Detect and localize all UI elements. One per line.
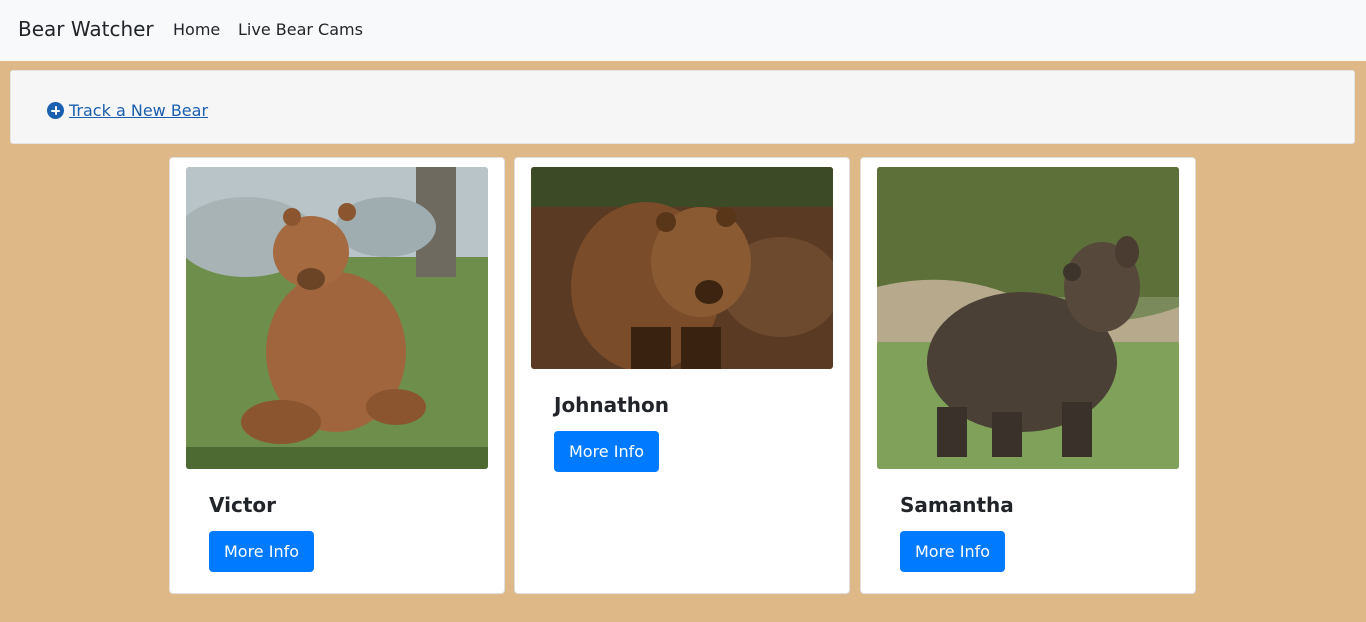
- more-info-button[interactable]: More Info: [900, 531, 1005, 572]
- bear-card-samantha: Samantha More Info: [860, 157, 1196, 594]
- bear-name: Victor: [209, 493, 277, 517]
- track-new-bear-link[interactable]: Track a New Bear: [47, 101, 208, 120]
- nav-home-link[interactable]: Home: [173, 20, 220, 39]
- bear-photo: [186, 167, 488, 469]
- bear-photo: [877, 167, 1179, 469]
- more-info-button[interactable]: More Info: [209, 531, 314, 572]
- bear-card-victor: Victor More Info: [169, 157, 505, 594]
- plus-circle-icon: [47, 102, 64, 119]
- bear-name: Johnathon: [554, 393, 669, 417]
- bear-photo: [531, 167, 833, 369]
- navbar: Bear Watcher Home Live Bear Cams: [0, 0, 1366, 61]
- track-new-bear-label: Track a New Bear: [69, 101, 209, 120]
- nav-live-bear-cams-link[interactable]: Live Bear Cams: [238, 20, 363, 39]
- more-info-button[interactable]: More Info: [554, 431, 659, 472]
- bear-name: Samantha: [900, 493, 1014, 517]
- brand-link[interactable]: Bear Watcher: [18, 17, 154, 41]
- toolbar: Track a New Bear: [10, 70, 1355, 144]
- bear-card-johnathon: Johnathon More Info: [514, 157, 850, 594]
